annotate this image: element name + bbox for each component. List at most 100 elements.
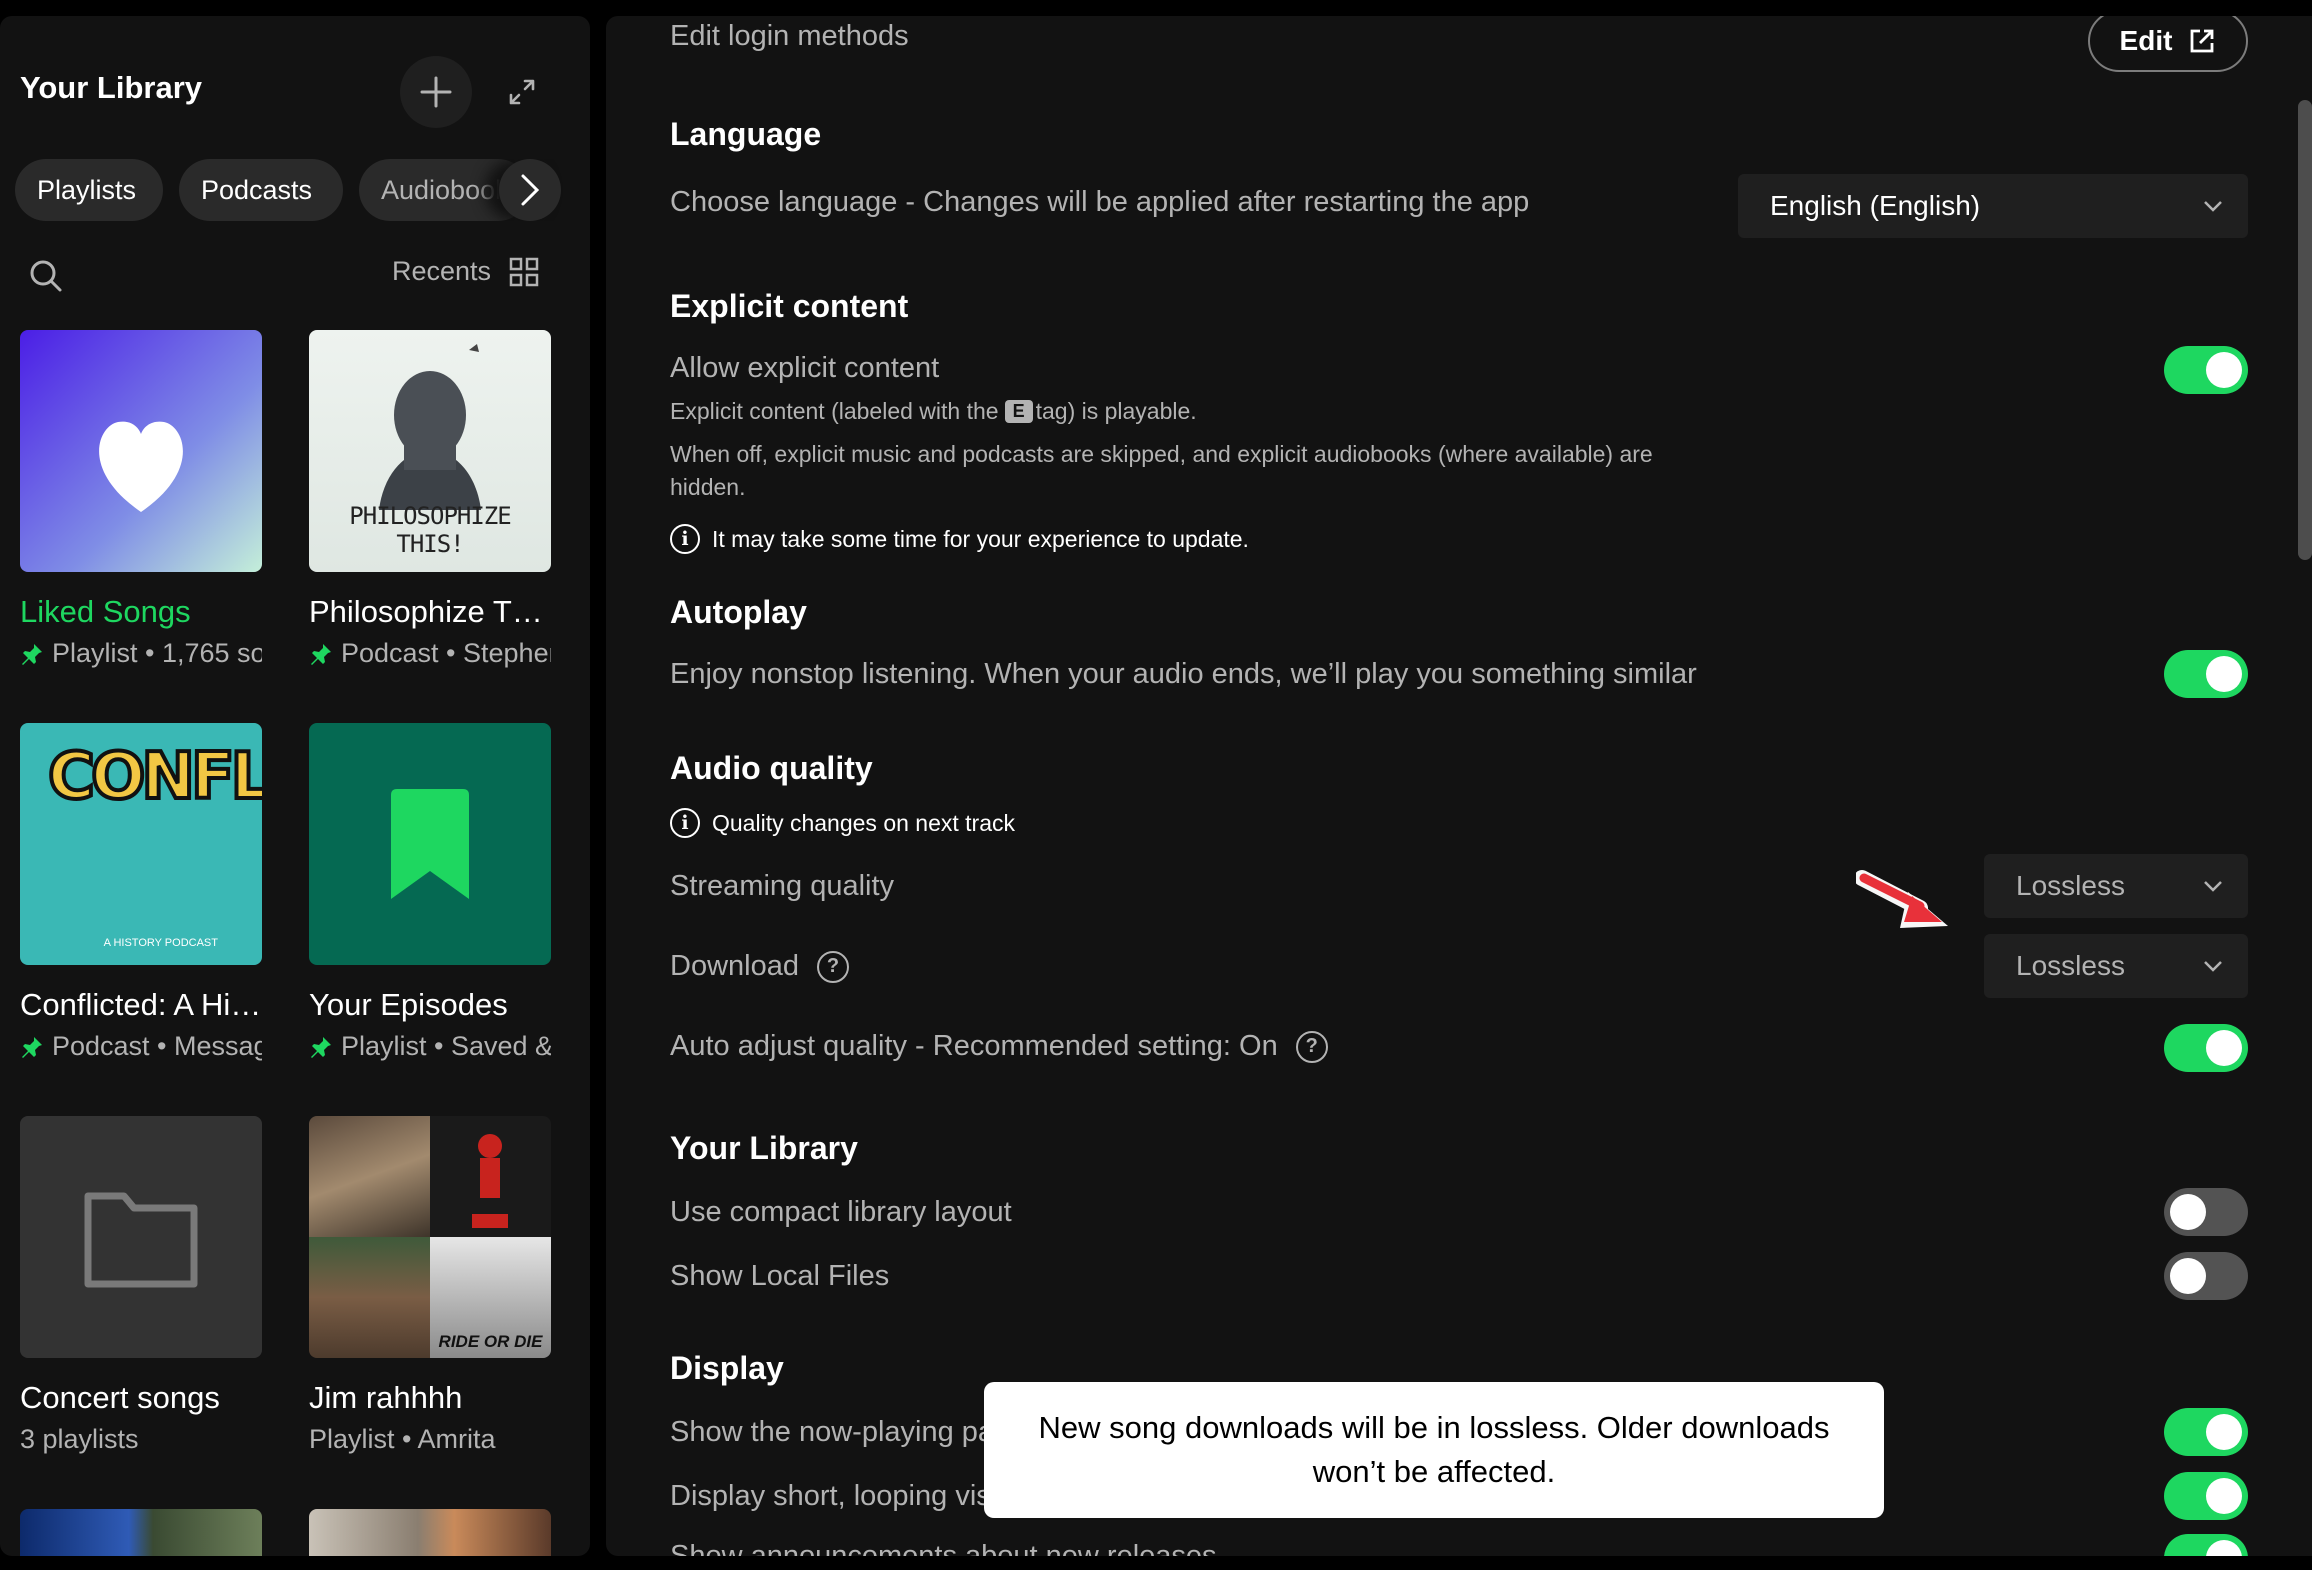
toggle-knob [2206, 1030, 2242, 1066]
liked-songs-art [20, 330, 262, 572]
folder-icon [84, 1192, 198, 1288]
compact-layout-label: Use compact library layout [670, 1196, 1012, 1228]
library-item-conflicted[interactable]: CONFLICTED A HISTORY PODCAST Conflicted:… [20, 723, 262, 1062]
expand-icon [509, 79, 535, 105]
settings-panel: Edit login methods Edit Language Choose … [606, 16, 2312, 1556]
item-title: Your Episodes [309, 987, 508, 1022]
chips-scroll-right-button[interactable] [499, 159, 561, 221]
chip-podcasts[interactable]: Podcasts [179, 159, 343, 221]
item-title: Concert songs [20, 1380, 220, 1415]
pin-icon [311, 643, 331, 665]
autoplay-heading: Autoplay [670, 594, 807, 630]
mosaic-art: RIDE OR DIE [309, 1116, 551, 1358]
library-item-liked-songs[interactable]: Liked Songs Playlist • 1,765 songs [20, 330, 262, 669]
explicit-desc-before: Explicit content (labeled with the [670, 398, 999, 424]
audio-quality-note-text: Quality changes on next track [712, 809, 1015, 836]
item-title: Philosophize This! [309, 594, 551, 629]
login-methods-label: Edit login methods [670, 20, 909, 52]
chip-playlists[interactable]: Playlists [15, 159, 163, 221]
library-item-your-episodes[interactable]: Your Episodes Playlist • Saved & downloa… [309, 723, 551, 1062]
external-link-icon [2191, 29, 2214, 53]
your-episodes-art [309, 723, 551, 965]
streaming-quality-label: Streaming quality [670, 870, 895, 902]
announcements-label: Show announcements about new releases [670, 1540, 1217, 1556]
explicit-desc-after: tag) is playable. [1035, 398, 1197, 424]
auto-adjust-toggle[interactable] [2164, 1024, 2248, 1072]
sort-recents-button[interactable]: Recents [392, 256, 539, 287]
library-item-philosophize-this[interactable]: PHILOSOPHIZE THIS! Philosophize This! Po… [309, 330, 551, 669]
chevron-down-icon [2204, 881, 2222, 892]
local-files-toggle[interactable] [2164, 1252, 2248, 1300]
plus-icon [420, 76, 452, 108]
audio-quality-heading: Audio quality [670, 750, 873, 786]
explicit-toggle[interactable] [2164, 346, 2248, 394]
autoplay-toggle[interactable] [2164, 650, 2248, 698]
explicit-desc-2: When off, explicit music and podcasts ar… [670, 441, 1653, 500]
auto-adjust-label: Auto adjust quality - Recommended settin… [670, 1030, 1278, 1062]
download-label: Download [670, 950, 799, 982]
item-meta: Playlist • 1,765 songs [52, 638, 262, 668]
item-meta: Podcast • Message Heard [52, 1031, 262, 1061]
conflicted-art: CONFLICTED A HISTORY PODCAST [20, 723, 262, 965]
mosaic-tile-2 [430, 1116, 551, 1237]
language-value: English (English) [1770, 190, 1981, 221]
recents-label: Recents [392, 256, 492, 286]
help-icon[interactable]: ? [816, 950, 849, 983]
now-playing-toggle[interactable] [2164, 1408, 2248, 1456]
explicit-note: i It may take some time for your experie… [670, 524, 1249, 554]
toggle-knob [2206, 656, 2242, 692]
item-meta: Playlist • Saved & downloaded episodes [341, 1031, 551, 1061]
explicit-label: Allow explicit content [670, 352, 940, 384]
toggle-knob [2206, 1478, 2242, 1514]
pin-icon [311, 1036, 331, 1058]
mosaic-tile-4: RIDE OR DIE [430, 1237, 551, 1358]
chevron-down-icon [2204, 201, 2222, 212]
display-heading: Display [670, 1350, 784, 1386]
audio-quality-note: i Quality changes on next track [670, 808, 1015, 838]
download-row-label: Download ? [670, 950, 849, 983]
streaming-quality-select[interactable]: Lossless [1984, 854, 2248, 918]
red-arrow-annotation [1856, 870, 1948, 928]
library-item-partial-1[interactable] [20, 1509, 262, 1556]
search-library-button[interactable] [26, 256, 66, 296]
language-select[interactable]: English (English) [1738, 174, 2248, 238]
help-icon[interactable]: ? [1295, 1030, 1328, 1063]
local-files-label: Show Local Files [670, 1260, 890, 1292]
pin-icon [22, 643, 42, 665]
pin-icon [22, 1036, 42, 1058]
filter-chips: Playlists Podcasts Audiobooks [15, 159, 575, 221]
download-quality-select[interactable]: Lossless [1984, 934, 2248, 998]
announcements-toggle[interactable] [2164, 1534, 2248, 1556]
item-title: Jim rahhhh [309, 1380, 463, 1415]
bookmark-icon [391, 789, 469, 899]
expand-library-button[interactable] [486, 56, 558, 128]
create-button[interactable] [400, 56, 472, 128]
toggle-knob [2206, 1540, 2242, 1556]
library-sidebar: Your Library Playlists Podcasts Audioboo… [0, 16, 590, 1556]
mosaic-tile-3 [309, 1237, 430, 1358]
info-icon: i [670, 524, 700, 554]
streaming-quality-value: Lossless [2016, 870, 2125, 901]
explicit-heading: Explicit content [670, 288, 909, 324]
auto-adjust-row-label: Auto adjust quality - Recommended settin… [670, 1030, 1328, 1063]
library-item-concert-songs[interactable]: Concert songs 3 playlists [20, 1116, 262, 1455]
edit-login-button[interactable]: Edit [2088, 16, 2248, 72]
info-icon: i [670, 808, 700, 838]
grid-view-icon[interactable] [509, 257, 539, 287]
edit-button-label: Edit [2119, 25, 2173, 56]
chevron-right-icon [521, 174, 540, 206]
your-library-heading: Your Library [670, 1130, 858, 1166]
language-label: Choose language - Changes will be applie… [670, 186, 1530, 218]
library-title[interactable]: Your Library [20, 70, 202, 106]
library-item-jim-rahhhh[interactable]: RIDE OR DIE Jim rahhhh Playlist • Amrita [309, 1116, 551, 1455]
toggle-knob [2206, 1414, 2242, 1450]
canvas-toggle[interactable] [2164, 1472, 2248, 1520]
compact-layout-toggle[interactable] [2164, 1188, 2248, 1236]
toggle-knob [2170, 1258, 2206, 1294]
art-subtitle: A HISTORY PODCAST [103, 937, 218, 949]
library-item-partial-2[interactable] [309, 1509, 551, 1556]
settings-scrollbar[interactable] [2298, 100, 2312, 560]
autoplay-label: Enjoy nonstop listening. When your audio… [670, 658, 1697, 690]
folder-art [20, 1116, 262, 1358]
heart-icon [99, 421, 183, 512]
